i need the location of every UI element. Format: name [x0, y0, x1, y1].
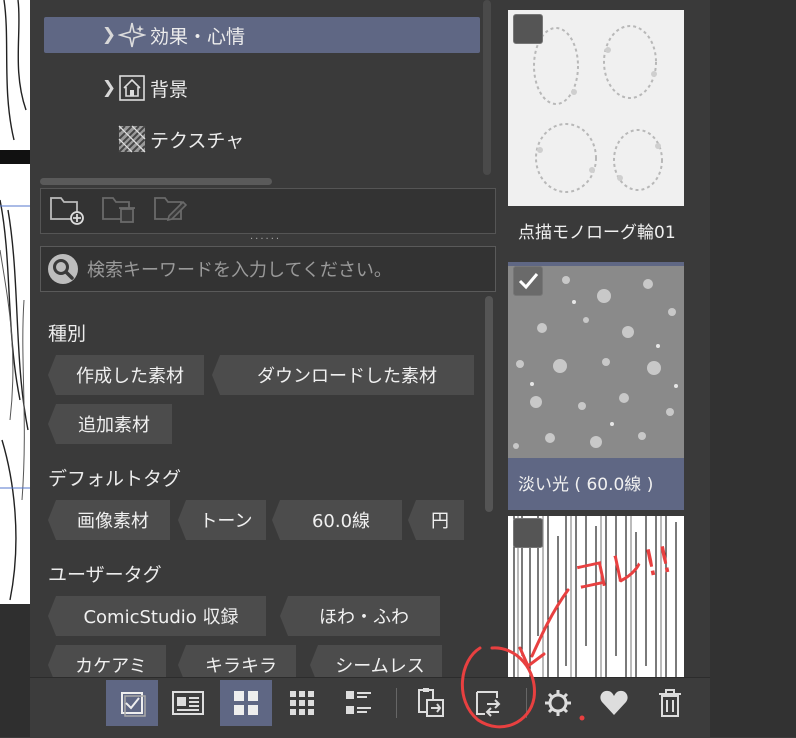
tree-horizontal-scrollbar[interactable]	[40, 178, 272, 185]
canvas-artwork	[0, 0, 30, 601]
section-title-default-tags: デフォルトタグ	[48, 468, 182, 490]
large-grid-button[interactable]	[220, 680, 272, 726]
toolbar-separator	[396, 688, 397, 718]
folder-toolbar	[40, 188, 496, 234]
section-title-kind: 種別	[48, 323, 87, 345]
list-view-button[interactable]	[332, 680, 384, 726]
tree-item-effects[interactable]: ❯ 効果・心情	[44, 17, 480, 53]
texture-icon	[118, 125, 146, 153]
tag-button[interactable]: トーン	[178, 500, 266, 540]
search-field[interactable]: 検索キーワードを入力してください。	[40, 246, 496, 292]
delete-folder-icon[interactable]	[101, 192, 137, 230]
tag-button[interactable]: 作成した素材	[48, 355, 204, 395]
search-placeholder: 検索キーワードを入力してください。	[87, 260, 392, 281]
large-grid-icon	[234, 691, 258, 715]
sparkle-icon	[118, 21, 146, 49]
check-icon	[518, 273, 539, 290]
material-caption: 淡い光 ( 60.0線 )	[518, 474, 654, 495]
checklist-icon	[121, 692, 146, 717]
small-grid-button[interactable]	[276, 680, 328, 726]
tag-button[interactable]: ほわ・ふわ	[280, 596, 440, 636]
tag-button[interactable]: 追加素材	[48, 404, 172, 444]
canvas-background	[0, 604, 30, 737]
right-workspace	[710, 0, 796, 737]
tree-item-label: 効果・心情	[150, 25, 246, 48]
material-item-selected[interactable]: 淡い光 ( 60.0線 )	[508, 262, 684, 510]
canvas-area	[0, 0, 30, 737]
section-title-user-tags: ユーザータグ	[48, 564, 162, 586]
annotation-text: コレ!!	[569, 539, 676, 600]
detail-view-icon	[172, 691, 204, 715]
chevron-right-icon[interactable]: ❯	[100, 78, 118, 98]
tree-item-label: テクスチャ	[150, 129, 245, 152]
tree-item-texture[interactable]: テクスチャ	[44, 121, 480, 157]
tag-button[interactable]: ComicStudio 収録	[48, 596, 266, 636]
material-caption: 点描モノローグ輪01	[508, 206, 684, 254]
material-checkbox[interactable]	[513, 14, 543, 44]
search-icon	[48, 254, 78, 284]
rename-folder-icon[interactable]	[153, 192, 189, 230]
material-item[interactable]: 点描モノローグ輪01	[508, 10, 684, 258]
tree-item-background[interactable]: ❯ 背景	[44, 70, 480, 106]
chevron-right-icon[interactable]: ❯	[100, 25, 118, 45]
small-grid-icon	[290, 691, 314, 715]
canvas-black-bar	[0, 150, 30, 164]
new-folder-icon[interactable]	[49, 192, 85, 230]
house-icon	[118, 74, 146, 102]
detail-view-button[interactable]	[162, 680, 214, 726]
material-checkbox-checked[interactable]	[513, 266, 543, 296]
tree-vertical-scrollbar[interactable]	[483, 0, 491, 175]
tree-item-label: 背景	[150, 78, 189, 101]
tag-button[interactable]: ダウンロードした素材	[212, 355, 474, 395]
tags-vertical-scrollbar[interactable]	[485, 296, 493, 512]
checklist-button[interactable]	[106, 680, 158, 726]
tag-button[interactable]: 60.0線	[272, 500, 402, 540]
splitter-grip[interactable]: ······	[250, 235, 286, 245]
tag-button[interactable]: 画像素材	[48, 500, 170, 540]
annotation-overlay: コレ!!	[461, 539, 676, 729]
list-view-icon	[346, 691, 371, 714]
